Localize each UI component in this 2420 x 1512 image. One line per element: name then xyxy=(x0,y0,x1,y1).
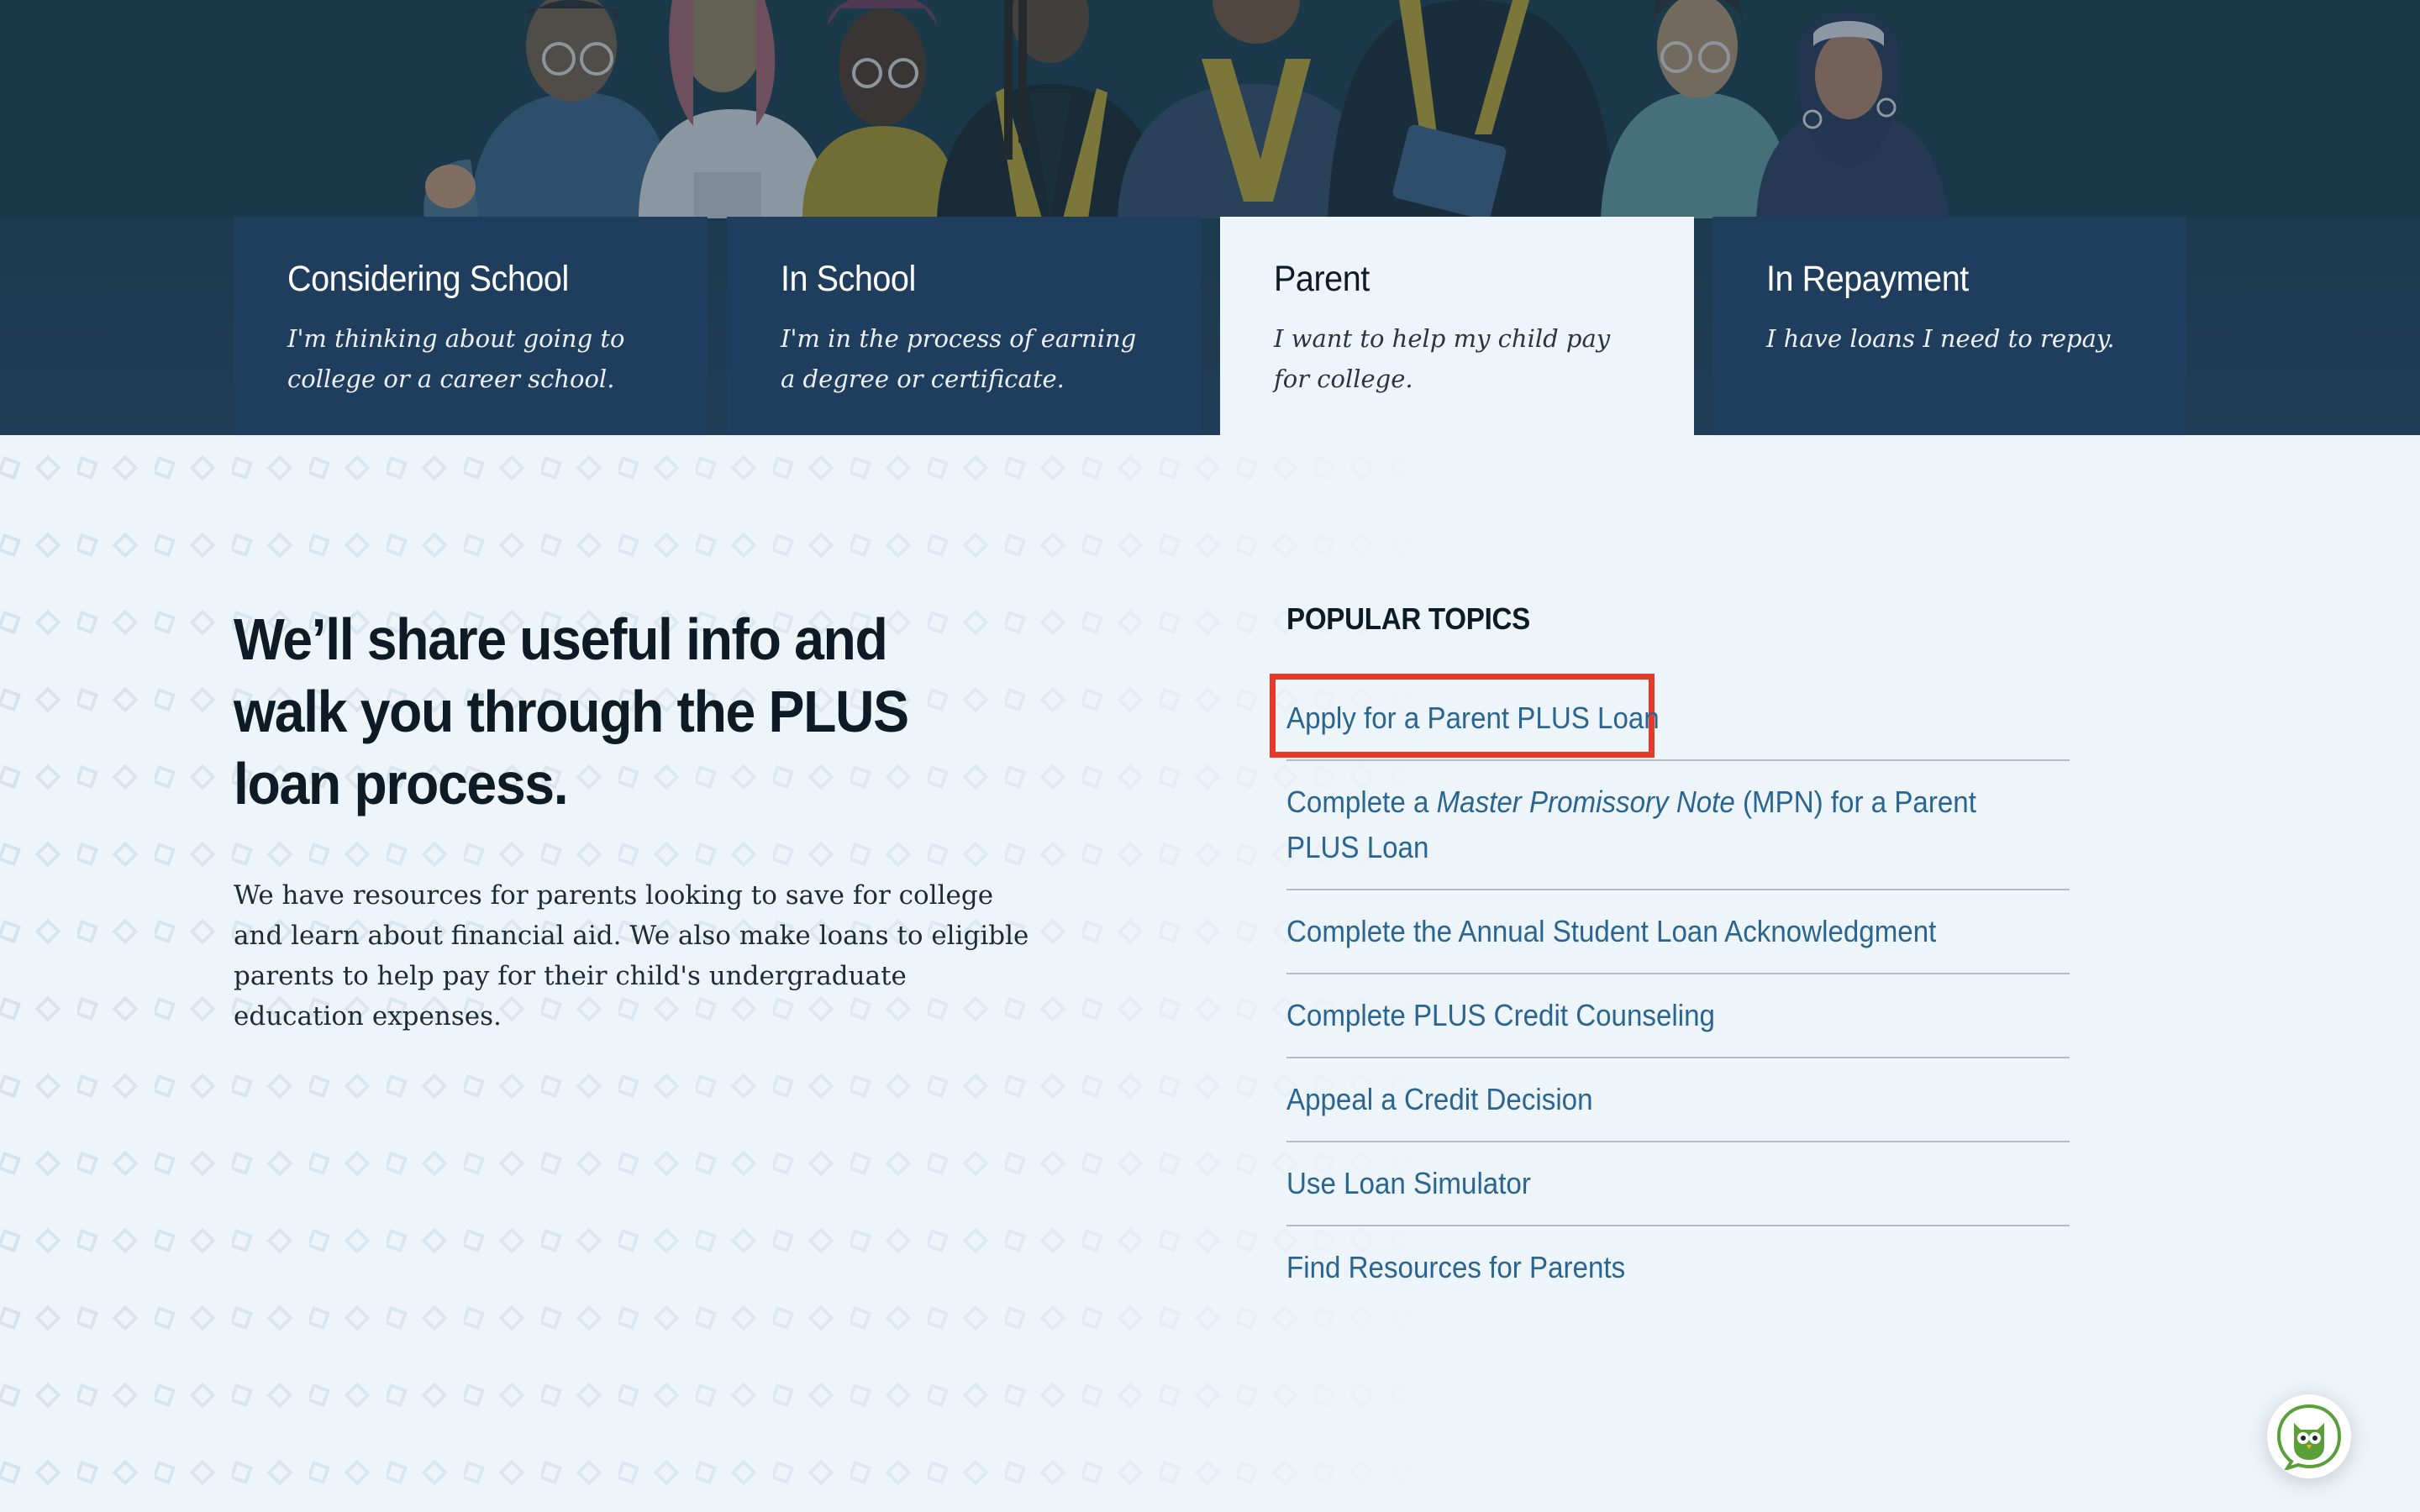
parent-intro: We’ll share useful info and walk you thr… xyxy=(234,603,1040,1037)
tab-description: I have loans I need to repay. xyxy=(1766,324,2115,353)
link-text: Complete a xyxy=(1286,785,1437,819)
popular-topics: POPULAR TOPICS Apply for a Parent PLUS L… xyxy=(1270,601,2070,1309)
tab-title: Considering School xyxy=(287,259,569,299)
list-item: Find Resources for Parents xyxy=(1286,1226,2070,1309)
tab-title: In Repayment xyxy=(1766,259,1969,299)
tab-in-school[interactable]: In School I'm in the process of earning … xyxy=(727,217,1201,435)
owl-chat-icon xyxy=(2276,1404,2342,1470)
page-headline: We’ll share useful info and walk you thr… xyxy=(234,606,909,816)
plus-credit-counseling-link[interactable]: Complete PLUS Credit Counseling xyxy=(1286,974,2007,1057)
tab-description: I want to help my child pay for college. xyxy=(1274,324,1611,393)
complete-mpn-link[interactable]: Complete a Master Promissory Note (MPN) … xyxy=(1286,761,2007,889)
loan-simulator-link[interactable]: Use Loan Simulator xyxy=(1286,1142,2007,1225)
list-item: Complete a Master Promissory Note (MPN) … xyxy=(1286,761,2070,890)
list-item: Use Loan Simulator xyxy=(1286,1142,2070,1226)
tab-in-repayment[interactable]: In Repayment I have loans I need to repa… xyxy=(1712,217,2186,435)
list-item: Complete the Annual Student Loan Acknowl… xyxy=(1286,890,2070,974)
intro-paragraph: We have resources for parents looking to… xyxy=(234,880,1029,1032)
list-item: Appeal a Credit Decision xyxy=(1286,1058,2070,1142)
resources-for-parents-link[interactable]: Find Resources for Parents xyxy=(1286,1226,2007,1309)
tab-title: Parent xyxy=(1274,259,1370,299)
list-item: Complete PLUS Credit Counseling xyxy=(1286,974,2070,1058)
tab-parent[interactable]: Parent I want to help my child pay for c… xyxy=(1220,217,1694,435)
link-text-italic: Master Promissory Note xyxy=(1436,785,1735,819)
tab-description: I'm in the process of earning a degree o… xyxy=(781,324,1137,393)
topics-list: Apply for a Parent PLUS Loan Complete a … xyxy=(1270,674,2070,1309)
list-item: Apply for a Parent PLUS Loan xyxy=(1270,674,2070,761)
people-illustration xyxy=(0,0,2420,218)
apply-parent-plus-loan-link[interactable]: Apply for a Parent PLUS Loan xyxy=(1286,696,2007,759)
tab-title: In School xyxy=(781,259,916,299)
tab-description: I'm thinking about going to college or a… xyxy=(287,324,625,393)
popular-topics-heading: POPULAR TOPICS xyxy=(1286,601,1530,636)
tab-considering-school[interactable]: Considering School I'm thinking about go… xyxy=(234,217,708,435)
chat-button[interactable] xyxy=(2267,1394,2351,1478)
appeal-credit-decision-link[interactable]: Appeal a Credit Decision xyxy=(1286,1058,2007,1141)
audience-tabs: Considering School I'm thinking about go… xyxy=(0,217,2420,435)
annual-loan-acknowledgment-link[interactable]: Complete the Annual Student Loan Acknowl… xyxy=(1286,890,2007,973)
hero-banner: Considering School I'm thinking about go… xyxy=(0,0,2420,435)
